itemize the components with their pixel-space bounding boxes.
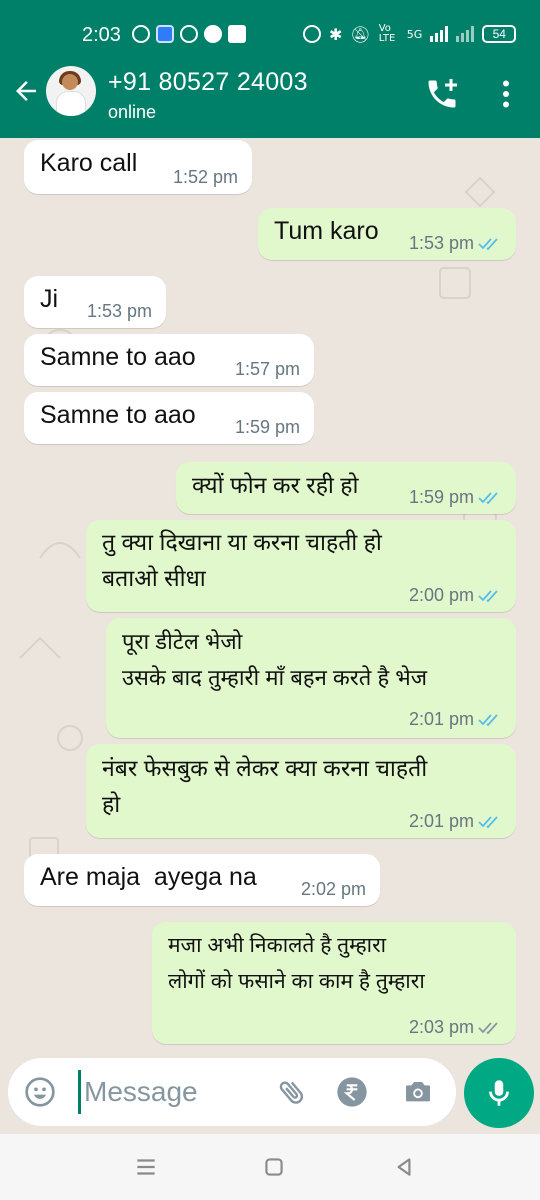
status-time: 2:03	[82, 24, 121, 46]
message-meta: 2:01 pm	[409, 811, 502, 832]
chat-area[interactable]: Karo call 1:52 pm Tum karo 1:53 pm Ji 1:…	[0, 138, 540, 1054]
message-text: Are maja ayega na	[40, 863, 257, 891]
app-notification-icon	[156, 25, 174, 43]
back-nav-icon[interactable]	[390, 1154, 418, 1180]
text-cursor	[78, 1070, 81, 1114]
facebook-notification-icon	[204, 25, 222, 43]
threads-notification-icon	[180, 25, 198, 43]
message-bubble-outgoing[interactable]: पूरा डीटेल भेजो उसके बाद तुम्हारी माँ बह…	[106, 618, 516, 738]
message-meta: 1:59 pm	[235, 417, 300, 438]
message-input[interactable]	[84, 1072, 274, 1112]
message-text: मजा अभी निकालते है तुम्हारा लोगों को फसा…	[168, 934, 425, 993]
message-text: क्यों फोन कर रही हो	[192, 472, 359, 498]
home-icon[interactable]	[260, 1154, 288, 1180]
message-time: 1:52 pm	[172, 167, 238, 187]
message-text: नंबर फेसबुक से लेकर क्या करना चाहती हो	[102, 755, 428, 817]
volte-label: Vo LTE	[378, 23, 396, 44]
add-call-icon	[428, 79, 457, 108]
emoji-icon[interactable]	[24, 1076, 56, 1108]
camera-icon[interactable]	[402, 1076, 434, 1108]
message-bubble-incoming[interactable]: Samne to aao 1:57 pm	[24, 334, 314, 386]
network-type: 5G	[406, 27, 423, 41]
add-call-button[interactable]	[424, 76, 464, 116]
double-tick-read-icon	[478, 491, 498, 504]
message-meta: 1:53 pm	[409, 233, 502, 254]
notification-icons	[132, 25, 246, 43]
message-time: 2:02 pm	[300, 879, 366, 899]
message-time: 2:00 pm	[408, 585, 474, 605]
message-meta: 2:00 pm	[409, 585, 502, 606]
whatsapp-notification-icon	[132, 25, 150, 43]
gallery-notification-icon	[228, 25, 246, 43]
signal-icon	[430, 26, 449, 42]
message-bubble-incoming[interactable]: Ji 1:53 pm	[24, 276, 166, 328]
double-tick-delivered-icon	[478, 1021, 498, 1034]
message-time: 1:59 pm	[234, 417, 300, 437]
alarm-icon	[303, 25, 321, 43]
message-text: पूरा डीटेल भेजो उसके बाद तुम्हारी माँ बह…	[122, 629, 428, 690]
message-text: Samne to aao	[40, 343, 196, 371]
message-time: 2:01 pm	[408, 811, 474, 831]
message-meta: 1:52 pm	[173, 167, 238, 188]
paperclip-icon[interactable]	[276, 1076, 308, 1108]
message-time: 1:59 pm	[408, 487, 474, 507]
message-time: 1:53 pm	[408, 233, 474, 253]
avatar[interactable]	[46, 66, 96, 116]
message-meta: 1:57 pm	[235, 359, 300, 380]
message-text: तु क्या दिखाना या करना चाहती हो बताओ सीध…	[102, 529, 382, 591]
message-bubble-incoming[interactable]: Are maja ayega na 2:02 pm	[24, 854, 380, 906]
more-vert-icon	[503, 80, 509, 108]
message-meta: 2:03 pm	[409, 1017, 502, 1038]
message-text: Samne to aao	[40, 401, 196, 429]
more-options-button[interactable]	[488, 76, 528, 116]
message-time: 2:01 pm	[408, 709, 474, 729]
message-meta: 2:02 pm	[301, 879, 366, 900]
message-bubble-outgoing[interactable]: Tum karo 1:53 pm	[258, 208, 516, 260]
message-bubble-incoming[interactable]: Samne to aao 1:59 pm	[24, 392, 314, 444]
message-meta: 1:59 pm	[409, 487, 502, 508]
double-tick-read-icon	[478, 713, 498, 726]
avatar-face	[62, 74, 78, 90]
double-tick-read-icon	[478, 815, 498, 828]
message-text: Ji	[40, 285, 59, 313]
message-bubble-outgoing[interactable]: क्यों फोन कर रही हो 1:59 pm	[176, 462, 516, 514]
message-bubble-outgoing[interactable]: नंबर फेसबुक से लेकर क्या करना चाहती हो 2…	[86, 744, 516, 838]
contact-status: online	[108, 102, 157, 122]
double-tick-read-icon	[478, 589, 498, 602]
back-button[interactable]	[8, 76, 44, 112]
message-text: Karo call	[40, 149, 138, 177]
bluetooth-icon: ✱	[329, 24, 343, 44]
signal-icon-2	[456, 26, 475, 42]
message-meta: 2:01 pm	[409, 709, 502, 730]
microphone-icon	[489, 1080, 509, 1106]
double-tick-read-icon	[478, 237, 498, 250]
recent-apps-icon[interactable]	[132, 1154, 160, 1180]
rupee-icon[interactable]	[336, 1076, 368, 1108]
message-text: Tum karo	[274, 217, 379, 245]
message-meta: 1:53 pm	[87, 301, 152, 322]
battery-indicator: 54	[482, 25, 517, 43]
status-bar: 2:03 ✱ 🔕︎ Vo LTE 5G 54	[0, 0, 540, 62]
message-bubble-incoming[interactable]: Karo call 1:52 pm	[24, 140, 252, 194]
message-bubble-outgoing[interactable]: मजा अभी निकालते है तुम्हारा लोगों को फसा…	[152, 922, 516, 1044]
arrow-left-icon	[16, 81, 36, 101]
message-time: 2:03 pm	[408, 1017, 474, 1037]
message-bubble-outgoing[interactable]: तु क्या दिखाना या करना चाहती हो बताओ सीध…	[86, 520, 516, 612]
message-time: 1:57 pm	[234, 359, 300, 379]
voice-message-button[interactable]	[464, 1058, 534, 1128]
system-icons: ✱ 🔕︎ Vo LTE 5G 54	[303, 23, 517, 44]
avatar-body	[56, 91, 86, 116]
message-input-bar	[8, 1058, 456, 1126]
message-time: 1:53 pm	[86, 301, 152, 321]
chat-header: +91 80527 24003 online	[0, 62, 540, 138]
system-navigation-bar	[0, 1134, 540, 1200]
contact-name[interactable]: +91 80527 24003	[108, 68, 308, 97]
mute-icon: 🔕︎	[350, 24, 371, 44]
